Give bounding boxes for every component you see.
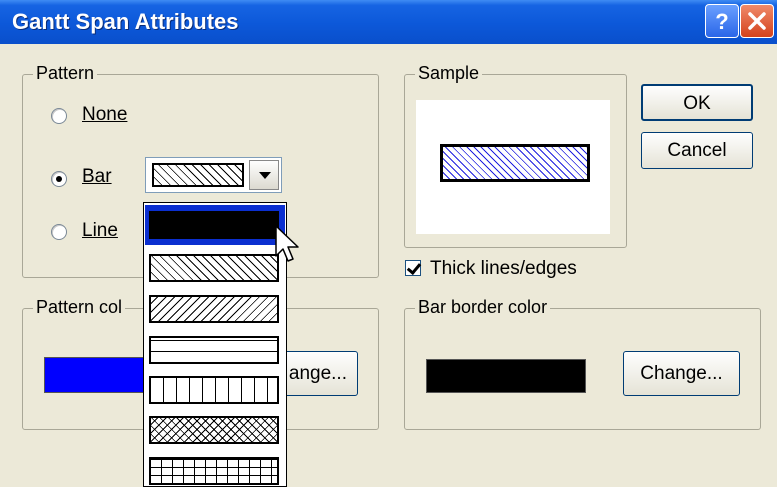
gantt-span-dialog: Gantt Span Attributes ? Pattern None Bar… [0, 0, 777, 487]
dialog-title: Gantt Span Attributes [12, 9, 239, 34]
radio-bar[interactable] [51, 171, 67, 187]
pattern-diagonal-reverse-swatch [149, 295, 279, 323]
dropdown-item-vertical[interactable] [145, 370, 285, 410]
pattern-grid-swatch [149, 457, 279, 485]
pattern-dropdown-list[interactable] [143, 202, 287, 487]
pattern-horizontal-swatch [149, 336, 279, 364]
radio-none-label[interactable]: None [82, 104, 127, 126]
pattern-vertical-swatch [149, 376, 279, 404]
radio-bar-label[interactable]: Bar [82, 166, 112, 188]
pattern-color-group-label: Pattern col [33, 297, 126, 318]
bar-border-color-group-label: Bar border color [415, 297, 551, 318]
sample-preview-area [416, 100, 610, 234]
chevron-down-icon[interactable] [249, 160, 279, 190]
help-icon: ? [715, 9, 728, 34]
cursor-icon [275, 225, 299, 262]
dropdown-item-solid[interactable] [145, 205, 285, 245]
dropdown-item-horizontal[interactable] [145, 330, 285, 370]
pattern-group-label: Pattern [33, 63, 98, 84]
radio-none[interactable] [51, 108, 67, 124]
radio-line[interactable] [51, 224, 67, 240]
pattern-color-swatch [44, 357, 146, 393]
dropdown-item-crosshatch[interactable] [145, 410, 285, 450]
svg-text:?: ? [715, 9, 728, 34]
pattern-solid-swatch [149, 211, 279, 239]
close-button[interactable] [740, 4, 774, 38]
bar-border-color-change-button[interactable]: Change... [623, 351, 740, 396]
pattern-combo[interactable] [145, 157, 282, 193]
help-button[interactable]: ? [705, 4, 739, 38]
dropdown-item-diagonal-reverse[interactable] [145, 289, 285, 329]
pattern-crosshatch-swatch [149, 416, 279, 444]
thick-lines-checkbox[interactable] [405, 260, 421, 276]
close-icon [748, 12, 766, 30]
sample-group-label: Sample [415, 63, 483, 84]
bar-border-color-swatch [426, 359, 586, 393]
pattern-diagonal-swatch [149, 254, 279, 282]
combo-pattern-swatch [152, 163, 244, 187]
ok-button[interactable]: OK [641, 84, 753, 121]
title-bar[interactable]: Gantt Span Attributes ? [0, 0, 777, 44]
thick-lines-label[interactable]: Thick lines/edges [430, 258, 577, 280]
radio-line-label[interactable]: Line [82, 220, 118, 242]
dropdown-item-diagonal[interactable] [145, 248, 285, 288]
dropdown-item-grid[interactable] [145, 451, 285, 486]
sample-bar [440, 144, 590, 182]
cancel-button[interactable]: Cancel [641, 132, 753, 169]
